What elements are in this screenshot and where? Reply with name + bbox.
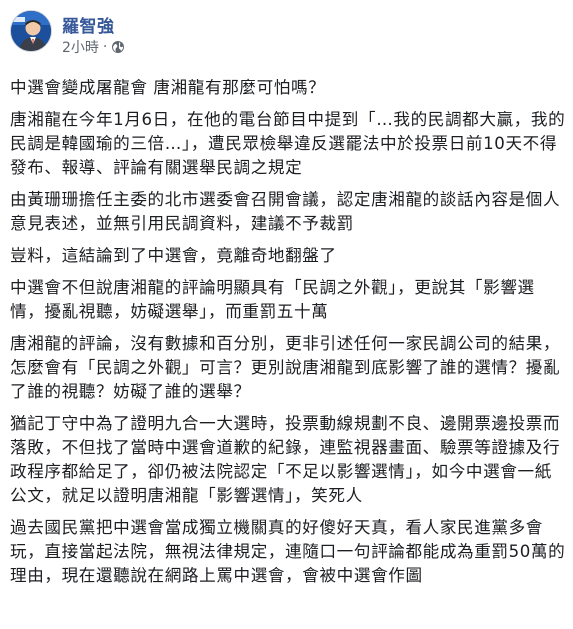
post-paragraph: 由黃珊珊擔任主委的北市選委會召開會議，認定唐湘龍的談話內容是個人意見表述，並無引… bbox=[10, 190, 561, 233]
post-paragraph: 唐湘龍的評論，沒有數據和百分別，更非引述任何一家民調公司的結果，怎麼會有「民調之… bbox=[10, 334, 561, 401]
facebook-post: 羅智強 2小時 · 中選會變成屠龍會 唐湘龍有那麼可怕嗎？ 唐湘龍在今年1月6日… bbox=[0, 0, 573, 629]
post-paragraph: 豈料，這結論到了中選會，竟離奇地翻盤了 bbox=[10, 246, 337, 265]
post-paragraph: 過去國民黨把中選會當成獨立機關真的好傻好天真，看人家民進黨多會玩，直接當起法院，… bbox=[10, 518, 566, 585]
avatar-image bbox=[11, 11, 51, 51]
meta-separator: · bbox=[102, 39, 108, 55]
post-headline: 中選會變成屠龍會 唐湘龍有那麼可怕嗎？ bbox=[10, 78, 326, 97]
globe-icon[interactable] bbox=[111, 40, 125, 54]
post-body: 中選會變成屠龍會 唐湘龍有那麼可怕嗎？ 唐湘龍在今年1月6日，在他的電台節目中提… bbox=[10, 76, 566, 596]
post-meta: 2小時 · bbox=[62, 37, 125, 57]
avatar[interactable] bbox=[10, 10, 52, 52]
post-timestamp[interactable]: 2小時 bbox=[62, 37, 99, 57]
post-paragraph: 猶記丁守中為了證明九合一大選時，投票動線規劃不良、邊開票邊投票而落敗，不但找了當… bbox=[10, 414, 561, 505]
post-paragraph: 唐湘龍在今年1月6日，在他的電台節目中提到「…我的民調都大贏，我的民調是韓國瑜的… bbox=[10, 110, 566, 177]
author-name[interactable]: 羅智強 bbox=[62, 12, 115, 37]
post-header: 羅智強 2小時 · bbox=[10, 10, 563, 64]
post-paragraph: 中選會不但說唐湘龍的評論明顯具有「民調之外觀」，更說其「影響選情，擾亂視聽，妨礙… bbox=[10, 278, 535, 321]
